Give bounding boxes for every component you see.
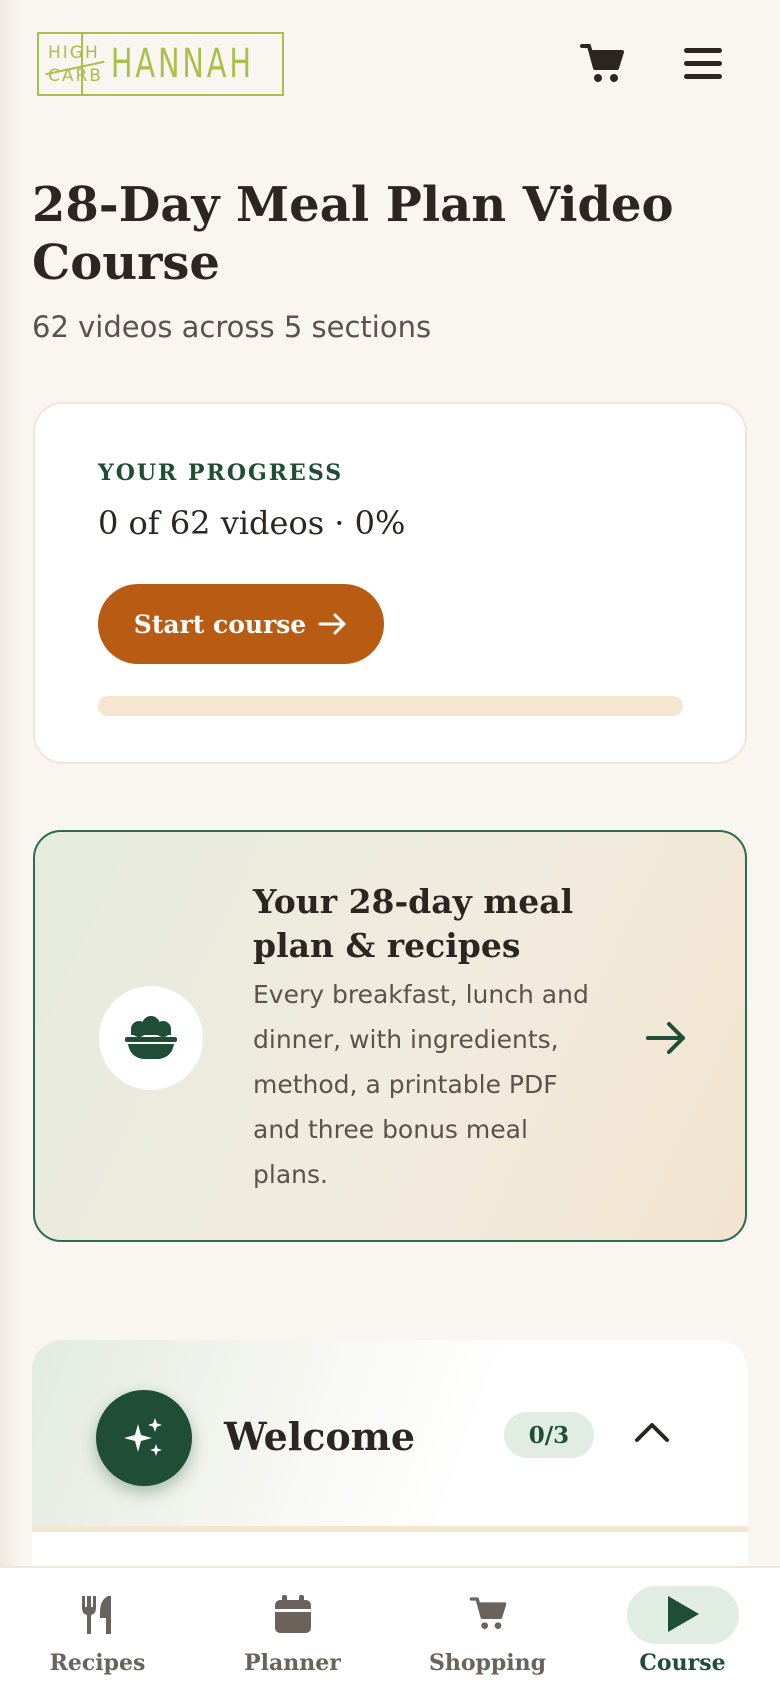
nav-label: Recipes [49, 1650, 146, 1676]
nav-label: Planner [244, 1650, 341, 1676]
page-title: 28-Day Meal Plan Video Course [32, 177, 674, 291]
brand-logo[interactable]: HIGH CARB HANNAH [37, 32, 284, 96]
start-course-button[interactable]: Start course [98, 584, 384, 664]
cart-icon [469, 1597, 506, 1629]
fork-knife-icon [81, 1596, 111, 1634]
sparkles-icon [124, 1418, 162, 1456]
nav-item-course[interactable]: Course [585, 1568, 780, 1688]
cart-button[interactable] [578, 40, 626, 88]
start-course-label: Start course [133, 609, 307, 639]
section-progress-badge: 0/3 [504, 1412, 594, 1458]
nav-label: Course [639, 1650, 726, 1676]
logo-line-2: CARB [48, 66, 103, 86]
cart-icon [580, 44, 624, 82]
nav-item-shopping[interactable]: Shopping [390, 1568, 585, 1688]
bottom-nav: Recipes Planner Shopping Course [0, 1566, 780, 1688]
logo-wordmark: HANNAH [111, 41, 255, 87]
logo-small-mark: HIGH CARB [39, 34, 105, 94]
header: HIGH CARB HANNAH [0, 0, 780, 140]
play-icon [667, 1596, 699, 1632]
sparkles-icon-circle [96, 1390, 192, 1486]
nav-item-planner[interactable]: Planner [195, 1568, 390, 1688]
hamburger-line [684, 74, 722, 79]
arrow-right-icon [318, 613, 346, 635]
progress-summary: 0 of 62 videos · 0% [98, 504, 406, 542]
arrow-right-icon [646, 1022, 685, 1054]
logo-line-1: HIGH [48, 43, 100, 63]
page-subtitle: 62 videos across 5 sections [32, 310, 432, 344]
nav-label: Shopping [428, 1650, 547, 1676]
meal-plan-description: Every breakfast, lunch and dinner, with … [253, 980, 589, 1189]
progress-bar [98, 696, 683, 716]
nav-item-recipes[interactable]: Recipes [0, 1568, 195, 1688]
hamburger-menu-icon [684, 48, 722, 53]
meal-plan-card[interactable]: Your 28-day meal plan & recipes Every br… [33, 830, 747, 1242]
calendar-icon [274, 1595, 311, 1633]
bowl-icon [125, 1016, 177, 1059]
section-title: Welcome [224, 1414, 416, 1459]
progress-label: YOUR PROGRESS [98, 460, 344, 486]
meal-plan-title: Your 28-day meal plan & recipes [253, 882, 574, 965]
hamburger-line [684, 61, 722, 66]
page-edge-shade [0, 0, 22, 1688]
bowl-icon-circle [99, 986, 203, 1090]
chevron-up-icon[interactable] [632, 1416, 672, 1448]
menu-button[interactable] [682, 44, 726, 84]
progress-card: YOUR PROGRESS 0 of 62 videos · 0% Start … [33, 402, 747, 764]
